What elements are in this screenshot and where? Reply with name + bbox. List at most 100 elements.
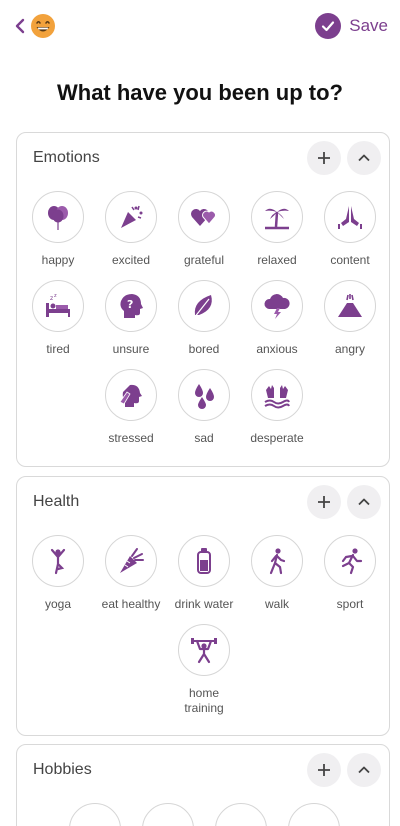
hobby-item[interactable] bbox=[68, 803, 121, 826]
top-bar: Save bbox=[0, 0, 400, 56]
water-bottle-icon bbox=[197, 548, 211, 574]
party-popper-icon bbox=[121, 205, 143, 228]
plus-icon bbox=[318, 152, 330, 164]
icon-circle bbox=[32, 191, 84, 243]
activity-label: stressed bbox=[108, 431, 154, 445]
hobby-item[interactable] bbox=[141, 803, 194, 826]
activity-yoga[interactable]: yoga bbox=[22, 535, 95, 612]
activity-home-training[interactable]: home training bbox=[168, 624, 241, 716]
tear-drops-icon bbox=[195, 384, 214, 409]
icon-circle bbox=[251, 535, 303, 587]
activity-label: desperate bbox=[250, 431, 304, 445]
activity-label: unsure bbox=[112, 342, 150, 356]
icon-circle bbox=[178, 369, 230, 421]
icon-circle bbox=[32, 535, 84, 587]
hobby-item[interactable] bbox=[287, 803, 340, 826]
plus-icon bbox=[318, 496, 330, 508]
icon-circle bbox=[105, 535, 157, 587]
section-health: Health yoga eat healthy drink water walk… bbox=[16, 476, 390, 736]
activity-label: home training bbox=[184, 686, 224, 715]
svg-text:z: z bbox=[50, 295, 53, 302]
icon-circle bbox=[105, 191, 157, 243]
icon-circle bbox=[251, 280, 303, 332]
section-hobbies: Hobbies bbox=[16, 744, 390, 826]
icon-circle bbox=[105, 369, 157, 421]
activity-label: yoga bbox=[44, 597, 72, 611]
icon-circle bbox=[178, 535, 230, 587]
mood-emoji-button[interactable] bbox=[30, 13, 56, 39]
raised-hands-icon bbox=[264, 385, 290, 409]
collapse-hobbies-button[interactable] bbox=[347, 753, 381, 787]
yoga-pose-icon bbox=[50, 548, 66, 575]
icon-circle: ? bbox=[105, 280, 157, 332]
plus-icon bbox=[318, 764, 330, 776]
section-title: Hobbies bbox=[33, 761, 92, 778]
chevron-up-icon bbox=[358, 154, 370, 162]
activity-label: happy bbox=[41, 253, 75, 267]
chevron-up-icon bbox=[358, 498, 370, 506]
back-button[interactable] bbox=[10, 14, 30, 38]
collapse-emotions-button[interactable] bbox=[347, 141, 381, 175]
activity-bored[interactable]: bored bbox=[168, 280, 241, 357]
activity-anxious[interactable]: anxious bbox=[241, 280, 314, 357]
icon-circle: zz bbox=[32, 280, 84, 332]
activity-sport[interactable]: sport bbox=[314, 535, 387, 612]
activity-drink-water[interactable]: drink water bbox=[168, 535, 241, 612]
chevron-left-icon bbox=[15, 18, 25, 34]
activity-relaxed[interactable]: relaxed bbox=[241, 191, 314, 268]
activity-label: angry bbox=[334, 342, 366, 356]
activity-label: bored bbox=[188, 342, 220, 356]
save-label: Save bbox=[349, 16, 388, 35]
carrot-icon bbox=[120, 548, 144, 573]
icon-circle bbox=[251, 191, 303, 243]
chevron-up-icon bbox=[358, 766, 370, 774]
icon-circle bbox=[324, 535, 376, 587]
activity-label: grateful bbox=[183, 253, 225, 267]
icon-circle bbox=[178, 191, 230, 243]
activity-walk[interactable]: walk bbox=[241, 535, 314, 612]
add-health-button[interactable] bbox=[307, 485, 341, 519]
storm-cloud-icon bbox=[264, 294, 290, 319]
hearts-icon bbox=[191, 209, 216, 226]
balloons-icon bbox=[48, 206, 68, 230]
activity-unsure[interactable]: ? unsure bbox=[95, 280, 168, 357]
activity-label: sport bbox=[336, 597, 364, 611]
activity-eat-healthy[interactable]: eat healthy bbox=[95, 535, 168, 612]
section-emotions: Emotions happy excited grateful relaxed … bbox=[16, 132, 390, 467]
grinning-face-icon bbox=[31, 14, 55, 38]
activity-label: drink water bbox=[174, 597, 234, 611]
activity-grateful[interactable]: grateful bbox=[168, 191, 241, 268]
activity-tired[interactable]: z z tired bbox=[22, 280, 95, 357]
collapse-health-button[interactable] bbox=[347, 485, 381, 519]
activity-angry[interactable]: angry bbox=[314, 280, 387, 357]
activity-label: tired bbox=[46, 342, 70, 356]
palm-tree-icon bbox=[265, 208, 289, 230]
activity-label: anxious bbox=[256, 342, 298, 356]
activity-label: eat healthy bbox=[101, 597, 161, 611]
section-title: Health bbox=[33, 493, 80, 510]
activity-content[interactable]: content bbox=[314, 191, 387, 268]
hobby-item[interactable] bbox=[214, 803, 267, 826]
save-button[interactable]: Save bbox=[315, 12, 388, 40]
check-icon bbox=[315, 13, 342, 39]
praying-hands-icon bbox=[338, 206, 362, 229]
svg-text:?: ? bbox=[127, 298, 133, 311]
add-emotion-button[interactable] bbox=[307, 141, 341, 175]
add-hobby-button[interactable] bbox=[307, 753, 341, 787]
volcano-icon bbox=[338, 294, 362, 317]
activity-sad[interactable]: sad bbox=[168, 369, 241, 446]
svg-text:z: z bbox=[54, 293, 57, 299]
activity-desperate[interactable]: desperate bbox=[241, 369, 314, 446]
activity-label: excited bbox=[111, 253, 151, 267]
activity-label: sad bbox=[194, 431, 214, 445]
leaf-icon bbox=[193, 295, 212, 319]
running-person-icon bbox=[341, 548, 363, 575]
walking-person-icon bbox=[269, 548, 286, 575]
head-question-icon: ? bbox=[120, 294, 143, 318]
activity-stressed[interactable]: stressed bbox=[95, 369, 168, 446]
bed-sleep-icon: zz bbox=[46, 293, 70, 317]
icon-circle bbox=[251, 369, 303, 421]
activity-happy[interactable]: happy bbox=[22, 191, 95, 268]
activity-excited[interactable]: excited bbox=[95, 191, 168, 268]
page-title: What have you been up to? bbox=[56, 80, 343, 105]
